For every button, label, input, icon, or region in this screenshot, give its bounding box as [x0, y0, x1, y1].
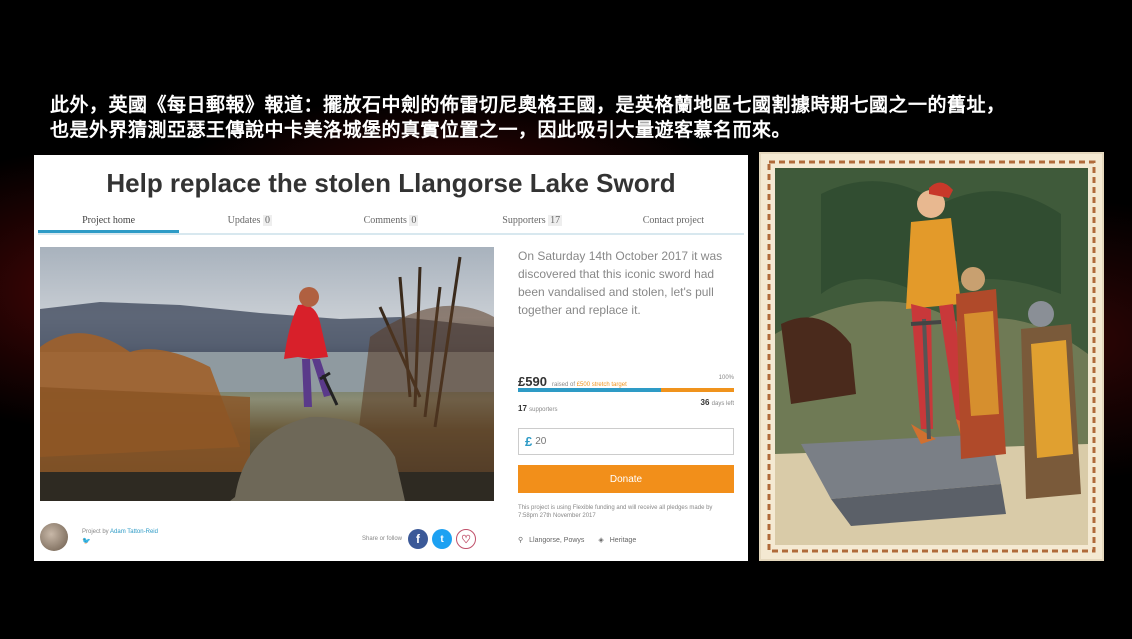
funding-progress-fill — [518, 388, 661, 392]
funding-note: This project is using Flexible funding a… — [518, 505, 713, 519]
caption-line-2: 也是外界猜測亞瑟王傳說中卡美洛城堡的真實位置之一，因此吸引大量遊客慕名而來。 — [50, 119, 792, 141]
project-tags: ⚲ Llangorse, Powys ◈ Heritage — [518, 536, 734, 544]
pledge-amount-input[interactable] — [535, 436, 686, 447]
tab-contact-project[interactable]: Contact project — [603, 211, 744, 233]
crowdfunding-page-screenshot: Help replace the stolen Llangorse Lake S… — [34, 155, 748, 561]
tab-project-home[interactable]: Project home — [38, 211, 180, 233]
funding-progress-bar — [518, 388, 734, 392]
days-label: days left — [711, 401, 734, 407]
twitter-icon[interactable]: t — [432, 529, 453, 549]
tab-updates[interactable]: Updates 0 — [179, 211, 320, 233]
tab-label: Supporters — [502, 215, 546, 226]
tag-icon: ◈ — [598, 537, 604, 544]
creator-name-link[interactable]: Adam Tatton-Reid — [110, 529, 158, 535]
heart-follow-icon[interactable]: ♡ — [456, 529, 477, 549]
caption-line-1: 此外，英國《每日郵報》報道：擺放石中劍的佈雷切尼奧格王國，是英格蘭地區七國割據時… — [50, 94, 1006, 116]
project-tabs: Project home Updates 0 Comments 0 Suppor… — [38, 211, 744, 235]
currency-symbol: £ — [525, 434, 533, 449]
tab-label: Comments — [363, 215, 407, 226]
tab-comments[interactable]: Comments 0 — [320, 211, 461, 233]
avatar[interactable] — [40, 523, 68, 551]
slide-caption: 此外，英國《每日郵報》報道：擺放石中劍的佈雷切尼奧格王國，是英格蘭地區七國割據時… — [50, 93, 1090, 143]
supporters-count: 17 — [518, 404, 527, 413]
project-by-label: Project by — [82, 529, 109, 535]
share-label: Share or follow — [362, 536, 403, 542]
twitter-bird-icon[interactable]: 🐦 — [82, 537, 158, 546]
arthur-sword-in-stone-painting — [759, 152, 1104, 561]
tab-label: Project home — [82, 215, 136, 226]
category-tag[interactable]: ◈ Heritage — [598, 537, 642, 544]
pledge-amount-field[interactable]: £ — [518, 428, 734, 455]
supporters-label: supporters — [529, 407, 558, 413]
tab-count: 0 — [409, 215, 419, 226]
category-label: Heritage — [609, 537, 637, 544]
tab-count: 0 — [262, 215, 272, 226]
donate-button[interactable]: Donate — [518, 465, 734, 493]
share-bar: Share or follow f t ♡ — [362, 529, 480, 549]
project-creator: Project by Adam Tatton-Reid 🐦 — [40, 523, 158, 551]
facebook-icon[interactable]: f — [408, 529, 429, 549]
project-description: On Saturday 14th October 2017 it was dis… — [518, 249, 723, 317]
project-stats: 17 supporters 36 days left — [518, 398, 734, 416]
page-title: Help replace the stolen Llangorse Lake S… — [106, 168, 676, 198]
tab-supporters[interactable]: Supporters 17 — [462, 211, 603, 233]
tab-label: Updates — [227, 215, 261, 226]
location-label: Llangorse, Powys — [529, 537, 585, 544]
location-tag[interactable]: ⚲ Llangorse, Powys — [518, 537, 590, 544]
days-count: 36 — [700, 398, 710, 407]
funding-percent: 100% — [718, 375, 734, 381]
tab-count: 17 — [548, 215, 563, 226]
pin-icon: ⚲ — [518, 537, 524, 544]
tab-label: Contact project — [642, 215, 705, 226]
raised-amount: £590 — [518, 374, 547, 389]
project-photo — [40, 247, 494, 501]
